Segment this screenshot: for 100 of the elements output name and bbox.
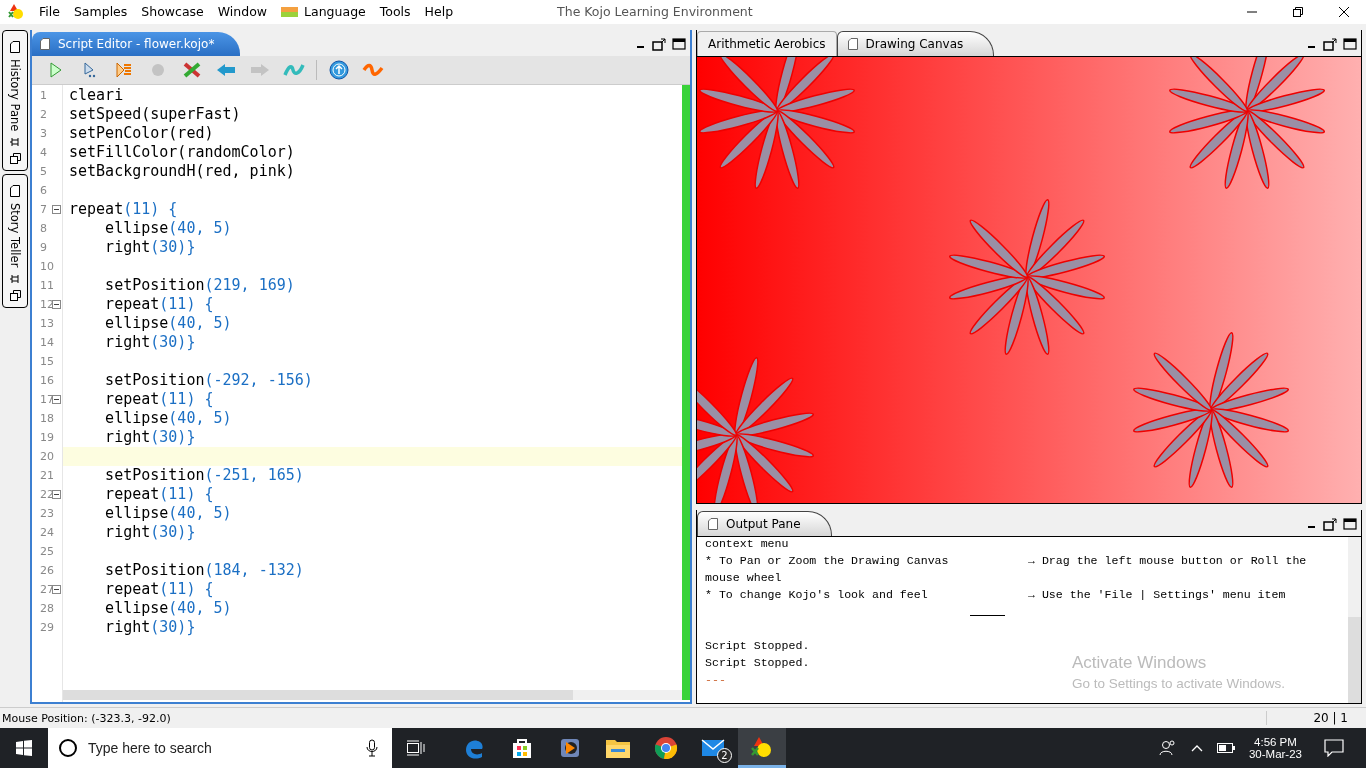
code-line: setPosition(184, -132) bbox=[104, 560, 304, 579]
editor-tab-label: Script Editor - flower.kojo* bbox=[58, 36, 215, 51]
close-icon[interactable] bbox=[1338, 6, 1350, 18]
taskbar-clock[interactable]: 4:56 PM 30-Mar-23 bbox=[1248, 736, 1302, 760]
right-arrow-icon bbox=[250, 62, 270, 77]
app-logo-icon bbox=[7, 3, 25, 21]
code-line: setPosition(-251, 165) bbox=[104, 465, 304, 484]
chevron-up-icon[interactable] bbox=[1190, 744, 1203, 752]
line-number: 18 bbox=[40, 411, 54, 425]
line-number: 1 bbox=[40, 88, 47, 102]
trace-icon bbox=[116, 61, 132, 78]
line-number: 26 bbox=[40, 563, 54, 577]
horizontal-scrollbar[interactable] bbox=[63, 689, 573, 700]
chrome-icon bbox=[654, 736, 678, 760]
windows-start-icon[interactable] bbox=[16, 740, 32, 756]
code-line: setPosition(219, 169) bbox=[104, 275, 295, 294]
activation-title: Activate Windows bbox=[1072, 652, 1208, 673]
fold-toggle-icon[interactable] bbox=[52, 489, 61, 499]
line-number: 10 bbox=[40, 259, 54, 273]
code-line: ellipse(40, 5) bbox=[104, 218, 232, 237]
taskbar-search-field[interactable]: Type here to search bbox=[48, 728, 392, 768]
float-window-icon[interactable] bbox=[1323, 37, 1337, 51]
squiggle-icon bbox=[362, 61, 384, 78]
step-icon bbox=[84, 61, 96, 78]
float-window-icon[interactable] bbox=[9, 153, 21, 165]
line-number: 2 bbox=[40, 107, 47, 121]
fold-toggle-icon[interactable] bbox=[52, 299, 61, 309]
fold-toggle-icon[interactable] bbox=[52, 584, 61, 594]
menu-item[interactable]: File bbox=[39, 4, 60, 20]
left-arrow-icon bbox=[216, 62, 236, 77]
output-line: * To change Kojo's look and feel bbox=[705, 586, 929, 603]
side-tab-label: History Pane bbox=[8, 58, 22, 132]
output-separator: --- bbox=[705, 672, 726, 686]
task-view-icon[interactable] bbox=[406, 740, 426, 756]
line-number: 13 bbox=[40, 316, 54, 330]
page-icon bbox=[847, 37, 858, 50]
caret-position: 20 | 1 bbox=[1266, 711, 1366, 725]
side-panel-tab[interactable]: History Pane bbox=[2, 29, 28, 172]
maximize-icon[interactable] bbox=[672, 38, 686, 51]
menu-item[interactable]: Window bbox=[217, 4, 268, 20]
page-icon bbox=[10, 185, 20, 198]
microphone-icon[interactable] bbox=[366, 739, 378, 757]
window-title: The Kojo Learning Environment bbox=[557, 4, 753, 20]
code-line: ellipse(40, 5) bbox=[104, 503, 232, 522]
menu-item[interactable]: Showcase bbox=[141, 4, 204, 20]
battery-icon[interactable] bbox=[1216, 743, 1235, 753]
output-tab-label: Output Pane bbox=[726, 516, 801, 531]
notification-badge: 2 bbox=[717, 748, 732, 763]
restore-icon[interactable] bbox=[1292, 6, 1304, 18]
maximize-icon[interactable] bbox=[1343, 518, 1357, 531]
panel-tab[interactable]: Arithmetic Aerobics bbox=[697, 30, 837, 56]
editor-tab[interactable]: Script Editor - flower.kojo* bbox=[32, 31, 241, 56]
line-number: 6 bbox=[40, 183, 47, 197]
panel-tab-label: Arithmetic Aerobics bbox=[708, 36, 826, 51]
code-line: right(30)} bbox=[104, 332, 196, 351]
float-window-icon[interactable] bbox=[1323, 517, 1337, 531]
notifications-icon[interactable] bbox=[1324, 739, 1344, 757]
fold-toggle-icon[interactable] bbox=[52, 204, 61, 214]
float-window-icon[interactable] bbox=[9, 289, 21, 301]
output-tab[interactable]: Output Pane bbox=[697, 510, 832, 536]
side-panel-tab[interactable]: Story Teller bbox=[2, 174, 28, 308]
taskbar-button[interactable] bbox=[738, 728, 786, 768]
line-number: 7 bbox=[40, 202, 47, 216]
mouse-position: Mouse Position: (-323.3, -92.0) bbox=[2, 711, 171, 725]
vertical-scrollbar[interactable] bbox=[1348, 616, 1361, 703]
line-number: 16 bbox=[40, 373, 54, 387]
page-icon bbox=[708, 517, 718, 530]
menu-item[interactable]: Tools bbox=[379, 4, 411, 20]
stop-icon bbox=[151, 62, 165, 77]
line-number: 29 bbox=[40, 620, 54, 634]
maximize-icon[interactable] bbox=[1343, 38, 1357, 51]
output-line: → Use the 'File | Settings' menu item bbox=[1028, 586, 1286, 603]
panel-tab[interactable]: Drawing Canvas bbox=[836, 30, 995, 56]
folder-icon bbox=[605, 737, 631, 759]
panel-tab-label: Drawing Canvas bbox=[865, 36, 964, 51]
wave-icon bbox=[283, 62, 305, 77]
code-line: right(30)} bbox=[104, 427, 196, 446]
line-number: 15 bbox=[40, 354, 54, 368]
pin-icon[interactable] bbox=[10, 273, 20, 284]
output-line: * To Pan or Zoom the Drawing Canvas bbox=[705, 552, 950, 569]
output-line: context menu bbox=[705, 536, 789, 550]
code-line: setPosition(-292, -156) bbox=[104, 370, 313, 389]
menu-item[interactable]: Samples bbox=[73, 4, 128, 20]
line-number: 25 bbox=[40, 544, 54, 558]
menu-item[interactable]: Help bbox=[424, 4, 454, 20]
menu-item[interactable]: Language bbox=[281, 4, 366, 20]
code-line: repeat(11) { bbox=[104, 294, 214, 313]
taskbar-button[interactable]: 2 bbox=[690, 728, 738, 768]
code-line: setSpeed(superFast) bbox=[69, 104, 241, 123]
search-field[interactable]: Type here to search bbox=[86, 739, 358, 757]
people-icon[interactable] bbox=[1158, 740, 1177, 756]
output-line: Script Stopped. bbox=[705, 638, 810, 652]
line-number: 24 bbox=[40, 525, 54, 539]
pin-icon[interactable] bbox=[10, 137, 20, 148]
code-line: repeat(11) { bbox=[104, 484, 214, 503]
float-window-icon[interactable] bbox=[652, 37, 666, 51]
fold-toggle-icon[interactable] bbox=[52, 394, 61, 404]
code-line: repeat(11) { bbox=[104, 579, 214, 598]
code-line: right(30)} bbox=[104, 237, 196, 256]
line-number: 20 bbox=[40, 449, 54, 463]
